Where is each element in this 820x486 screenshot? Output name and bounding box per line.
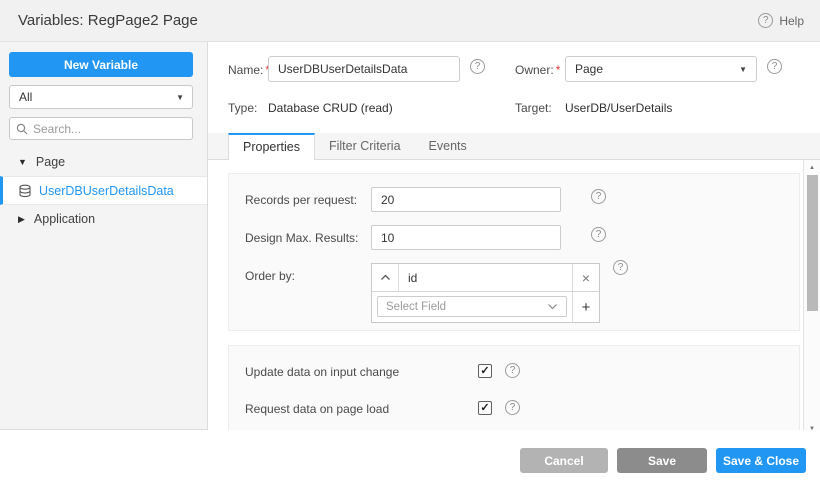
order-by-widget: id × Select Field + bbox=[371, 263, 600, 323]
tab-properties[interactable]: Properties bbox=[228, 133, 315, 160]
new-variable-button[interactable]: New Variable bbox=[9, 52, 193, 77]
design-max-results-label: Design Max. Results: bbox=[245, 231, 358, 245]
tree-group-application[interactable]: ▶ Application bbox=[0, 205, 207, 233]
order-by-field-value: id bbox=[399, 264, 572, 291]
request-data-label: Request data on page load bbox=[245, 402, 389, 416]
data-settings-panel: Records per request: ? Design Max. Resul… bbox=[228, 173, 800, 331]
scrollbar-thumb[interactable] bbox=[807, 175, 818, 311]
help-label: Help bbox=[779, 14, 804, 28]
chevron-down-icon bbox=[547, 303, 558, 310]
help-link[interactable]: ? Help bbox=[758, 13, 804, 28]
owner-label: Owner:* bbox=[515, 63, 560, 77]
request-data-checkbox[interactable]: ✓ bbox=[478, 401, 492, 415]
detail-tabs: Properties Filter Criteria Events bbox=[208, 133, 820, 160]
search-input[interactable] bbox=[33, 122, 173, 136]
add-order-field-button[interactable]: + bbox=[572, 292, 599, 322]
variables-tree: ▼ Page UserDBUserDetailsData ▶ Applicati… bbox=[0, 148, 207, 233]
dialog-footer: Cancel Save Save & Close bbox=[0, 430, 820, 486]
behavior-panel: Update data on input change ✓ ? Request … bbox=[228, 345, 800, 436]
name-input[interactable] bbox=[268, 56, 460, 82]
tab-filter-criteria[interactable]: Filter Criteria bbox=[315, 133, 415, 160]
tree-group-application-label: Application bbox=[34, 212, 95, 226]
select-field-dropdown[interactable]: Select Field bbox=[377, 296, 567, 317]
variable-detail-panel: Name:* ? Owner:* Page ▼ ? Type: Database… bbox=[208, 42, 820, 437]
tree-group-page-label: Page bbox=[36, 155, 65, 169]
owner-select[interactable]: Page ▼ bbox=[565, 56, 757, 82]
save-and-close-button[interactable]: Save & Close bbox=[716, 448, 806, 473]
tree-item-selected-variable[interactable]: UserDBUserDetailsData bbox=[0, 176, 207, 205]
help-icon: ? bbox=[758, 13, 773, 28]
variables-sidebar: New Variable All ▼ ▼ Page UserDBUserDeta… bbox=[0, 42, 208, 430]
add-order-field-row: Select Field + bbox=[372, 292, 599, 322]
order-by-label: Order by: bbox=[245, 269, 295, 283]
name-help-icon[interactable]: ? bbox=[470, 59, 485, 74]
required-marker: * bbox=[556, 63, 561, 77]
design-max-results-input[interactable] bbox=[371, 225, 561, 250]
name-label: Name:* bbox=[228, 63, 270, 77]
records-per-request-input[interactable] bbox=[371, 187, 561, 212]
owner-help-icon[interactable]: ? bbox=[767, 59, 782, 74]
dialog-title: Variables: RegPage2 Page bbox=[18, 12, 198, 29]
caret-down-icon: ▼ bbox=[18, 157, 27, 167]
vertical-scrollbar[interactable]: ▲ ▼ bbox=[803, 160, 820, 437]
tree-item-selected-label: UserDBUserDetailsData bbox=[39, 184, 174, 198]
dialog-header: Variables: RegPage2 Page ? Help bbox=[0, 0, 820, 42]
design-max-results-help-icon[interactable]: ? bbox=[591, 227, 606, 242]
update-data-help-icon[interactable]: ? bbox=[505, 363, 520, 378]
chevron-down-icon: ▼ bbox=[176, 93, 184, 102]
order-by-row: id × bbox=[372, 264, 599, 292]
records-per-request-help-icon[interactable]: ? bbox=[591, 189, 606, 204]
database-variable-icon bbox=[18, 184, 32, 198]
remove-order-field-button[interactable]: × bbox=[572, 264, 599, 291]
tab-events[interactable]: Events bbox=[415, 133, 481, 160]
chevron-down-icon: ▼ bbox=[739, 65, 747, 74]
target-value: UserDB/UserDetails bbox=[565, 101, 672, 115]
variable-filter-value: All bbox=[19, 90, 32, 104]
scroll-up-arrow-icon[interactable]: ▲ bbox=[804, 165, 820, 171]
properties-tab-content: Records per request: ? Design Max. Resul… bbox=[208, 160, 820, 437]
sort-ascending-button[interactable] bbox=[372, 264, 399, 291]
tree-group-page[interactable]: ▼ Page bbox=[0, 148, 207, 176]
type-label: Type: bbox=[228, 101, 257, 115]
variable-search[interactable] bbox=[9, 117, 193, 140]
cancel-button[interactable]: Cancel bbox=[520, 448, 608, 473]
search-icon bbox=[16, 123, 28, 135]
records-per-request-label: Records per request: bbox=[245, 193, 357, 207]
caret-right-icon: ▶ bbox=[18, 214, 25, 225]
save-button[interactable]: Save bbox=[617, 448, 707, 473]
variable-filter-select[interactable]: All ▼ bbox=[9, 85, 193, 109]
owner-value: Page bbox=[575, 62, 603, 76]
update-data-label: Update data on input change bbox=[245, 365, 399, 379]
order-by-help-icon[interactable]: ? bbox=[613, 260, 628, 275]
request-data-help-icon[interactable]: ? bbox=[505, 400, 520, 415]
select-field-placeholder: Select Field bbox=[386, 301, 446, 313]
type-value: Database CRUD (read) bbox=[268, 101, 393, 115]
chevron-up-icon bbox=[380, 274, 391, 281]
target-label: Target: bbox=[515, 101, 552, 115]
update-data-checkbox[interactable]: ✓ bbox=[478, 364, 492, 378]
